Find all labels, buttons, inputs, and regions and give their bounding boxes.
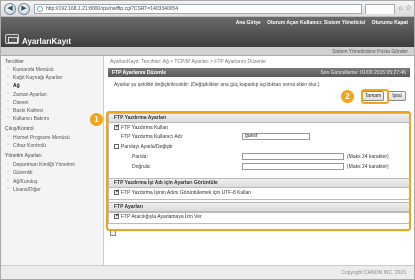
- use-ftp-print-checkbox[interactable]: [114, 123, 120, 130]
- ftp-jobname-panel: FTP Yazdırma İşi Adı için Ayarları Görün…: [108, 178, 410, 200]
- page-header: Ana Girişe Oturum Açan Kullanıcı: Sistem…: [1, 17, 414, 47]
- logged-in-user: Oturum Açan Kullanıcı: Sistem Yöneticisi: [267, 20, 366, 26]
- utf8-label: FTP Yazdırma İşinin Adını Görüntülemek i…: [121, 190, 252, 196]
- password-label: Parola:: [132, 154, 148, 160]
- confirm-hint: (Maks 24 karakter): [347, 164, 389, 170]
- forward-arrow-icon[interactable]: ▶: [18, 3, 30, 15]
- use-ftp-print-row: FTP Yazdırma Kullan: [114, 123, 168, 131]
- ftp-print-header: FTP Yazdırma Ayarları: [109, 114, 409, 123]
- home-link[interactable]: Ana Girişe: [236, 20, 261, 26]
- sidebar-item-timer[interactable]: Zaman Ayarları: [5, 91, 47, 98]
- sub-header-bar: Sistem Yöneticisine Posta Gönder: [1, 47, 414, 56]
- ok-button[interactable]: Tamam: [362, 91, 384, 101]
- header-links: Ana Girişe Oturum Açan Kullanıcı: Sistem…: [231, 20, 408, 26]
- section-title-bar: FTP Ayarlarını Düzenle Son Güncelleme: 0…: [108, 68, 410, 77]
- password-input[interactable]: [242, 153, 344, 160]
- browser-toolbar: ◀ ▶ http://192.168.1.21:8000/rps/nwfftp.…: [1, 1, 414, 17]
- step-badge-2: 2: [341, 90, 354, 103]
- last-updated: Son Güncelleme: 01/09 2015 05:27:46: [320, 70, 406, 76]
- sidebar-item-layout[interactable]: Dizeen: [5, 99, 29, 106]
- sidebar: Tercihler Kumanda Menüsü Kağıt Kaynağı A…: [1, 56, 104, 265]
- page-footer: Copyright CANON INC. 2015: [1, 265, 414, 279]
- sidebar-group-management: Yönetim Ayarları: [5, 153, 42, 159]
- ftp-ext-panel: FTP Ayarları: [108, 202, 410, 224]
- sidebar-item-user-maintenance[interactable]: Kullanıcı Bakımı: [5, 115, 49, 122]
- confirm-label: Doğrula:: [132, 164, 151, 170]
- ftp-ext-checkbox[interactable]: [114, 212, 120, 219]
- page-title: AyarlarıKayıt: [22, 37, 72, 46]
- browser-tab[interactable]: [365, 4, 395, 14]
- sidebar-item-department-id[interactable]: Departman Kimliği Yönetimi: [5, 161, 75, 168]
- back-arrow-icon[interactable]: ◀: [4, 3, 16, 15]
- set-password-label: Parolayı Ayarla/Değiştir: [121, 144, 173, 150]
- section-title: FTP Ayarlarını Düzenle: [112, 70, 166, 76]
- sidebar-group-preferences: Tercihler: [5, 59, 24, 65]
- set-password-row: Parolayı Ayarla/Değiştir: [114, 144, 173, 150]
- sidebar-item-utility-menu[interactable]: Hizmet Programı Menüsü: [5, 134, 70, 141]
- ftp-jobname-header: FTP Yazdırma İşi Adı için Ayarları Görün…: [109, 179, 409, 188]
- sidebar-item-security[interactable]: Güvenlik: [5, 169, 32, 176]
- sidebar-item-print-quality[interactable]: Baskı Kalitesi: [5, 107, 43, 114]
- printer-icon: [5, 34, 19, 44]
- page-icon: [37, 6, 43, 12]
- logout-link[interactable]: Oturumu Kapat: [372, 20, 408, 26]
- info-text: Ayarlar şu şekilde değiştirilecektir: (D…: [114, 82, 320, 88]
- set-password-checkbox[interactable]: [114, 144, 119, 149]
- breadcrumb: AyarlarıKayıt: Tercihler: Ağ > TCP/IP Ay…: [110, 59, 266, 65]
- url-text: http://192.168.1.21:8000/rps/nwfftp.cgi?…: [46, 6, 178, 12]
- password-hint: (Maks 24 karakter): [347, 154, 389, 160]
- copyright-text: Copyright CANON INC. 2015: [341, 270, 406, 276]
- sidebar-item-license[interactable]: Lisans/Diğer: [5, 186, 41, 193]
- mail-admin-link[interactable]: Sistem Yöneticisine Posta Gönder: [332, 49, 408, 55]
- sidebar-item-network[interactable]: Ağ: [5, 82, 20, 89]
- utf8-row: FTP Yazdırma İşinin Adını Görüntülemek i…: [114, 188, 252, 196]
- sidebar-item-paper-source[interactable]: Kağıt Kaynağı Ayarları: [5, 74, 63, 81]
- ftp-ext-header: FTP Ayarları: [109, 203, 409, 212]
- ftp-user-input[interactable]: guest: [242, 133, 310, 140]
- address-bar[interactable]: http://192.168.1.21:8000/rps/nwfftp.cgi?…: [34, 4, 362, 14]
- browser-window: ◀ ▶ http://192.168.1.21:8000/rps/nwfftp.…: [0, 0, 415, 280]
- confirm-input[interactable]: [242, 163, 344, 170]
- star-icon[interactable]: ☆: [405, 5, 412, 12]
- sidebar-item-device-control[interactable]: Cihaz Kontrolü: [5, 142, 46, 149]
- cancel-button[interactable]: İptal: [388, 91, 406, 101]
- use-ftp-print-label: FTP Yazdırma Kullan: [121, 125, 168, 131]
- utf8-checkbox[interactable]: [114, 188, 120, 195]
- sidebar-item-network-setup[interactable]: Ağ/Kuruluş: [5, 178, 37, 185]
- main-content: AyarlarıKayıt: Tercihler: Ağ > TCP/IP Ay…: [104, 56, 414, 265]
- ftp-user-label: FTP Yazdırma Kullanıcı Adı:: [121, 134, 184, 140]
- ftp-ext-label: FTP Aracılığıyla Ayarlamaya İzin Ver: [121, 214, 202, 220]
- ftp-ext-row: FTP Aracılığıyla Ayarlamaya İzin Ver: [114, 212, 202, 220]
- sidebar-group-output: Çıkış/Kontrol: [5, 126, 34, 132]
- home-icon[interactable]: ⌂: [397, 5, 404, 12]
- sidebar-item-control-menu[interactable]: Kumanda Menüsü: [5, 66, 54, 73]
- back-to-top-icon[interactable]: [110, 230, 116, 236]
- step-badge-1: 1: [90, 113, 103, 126]
